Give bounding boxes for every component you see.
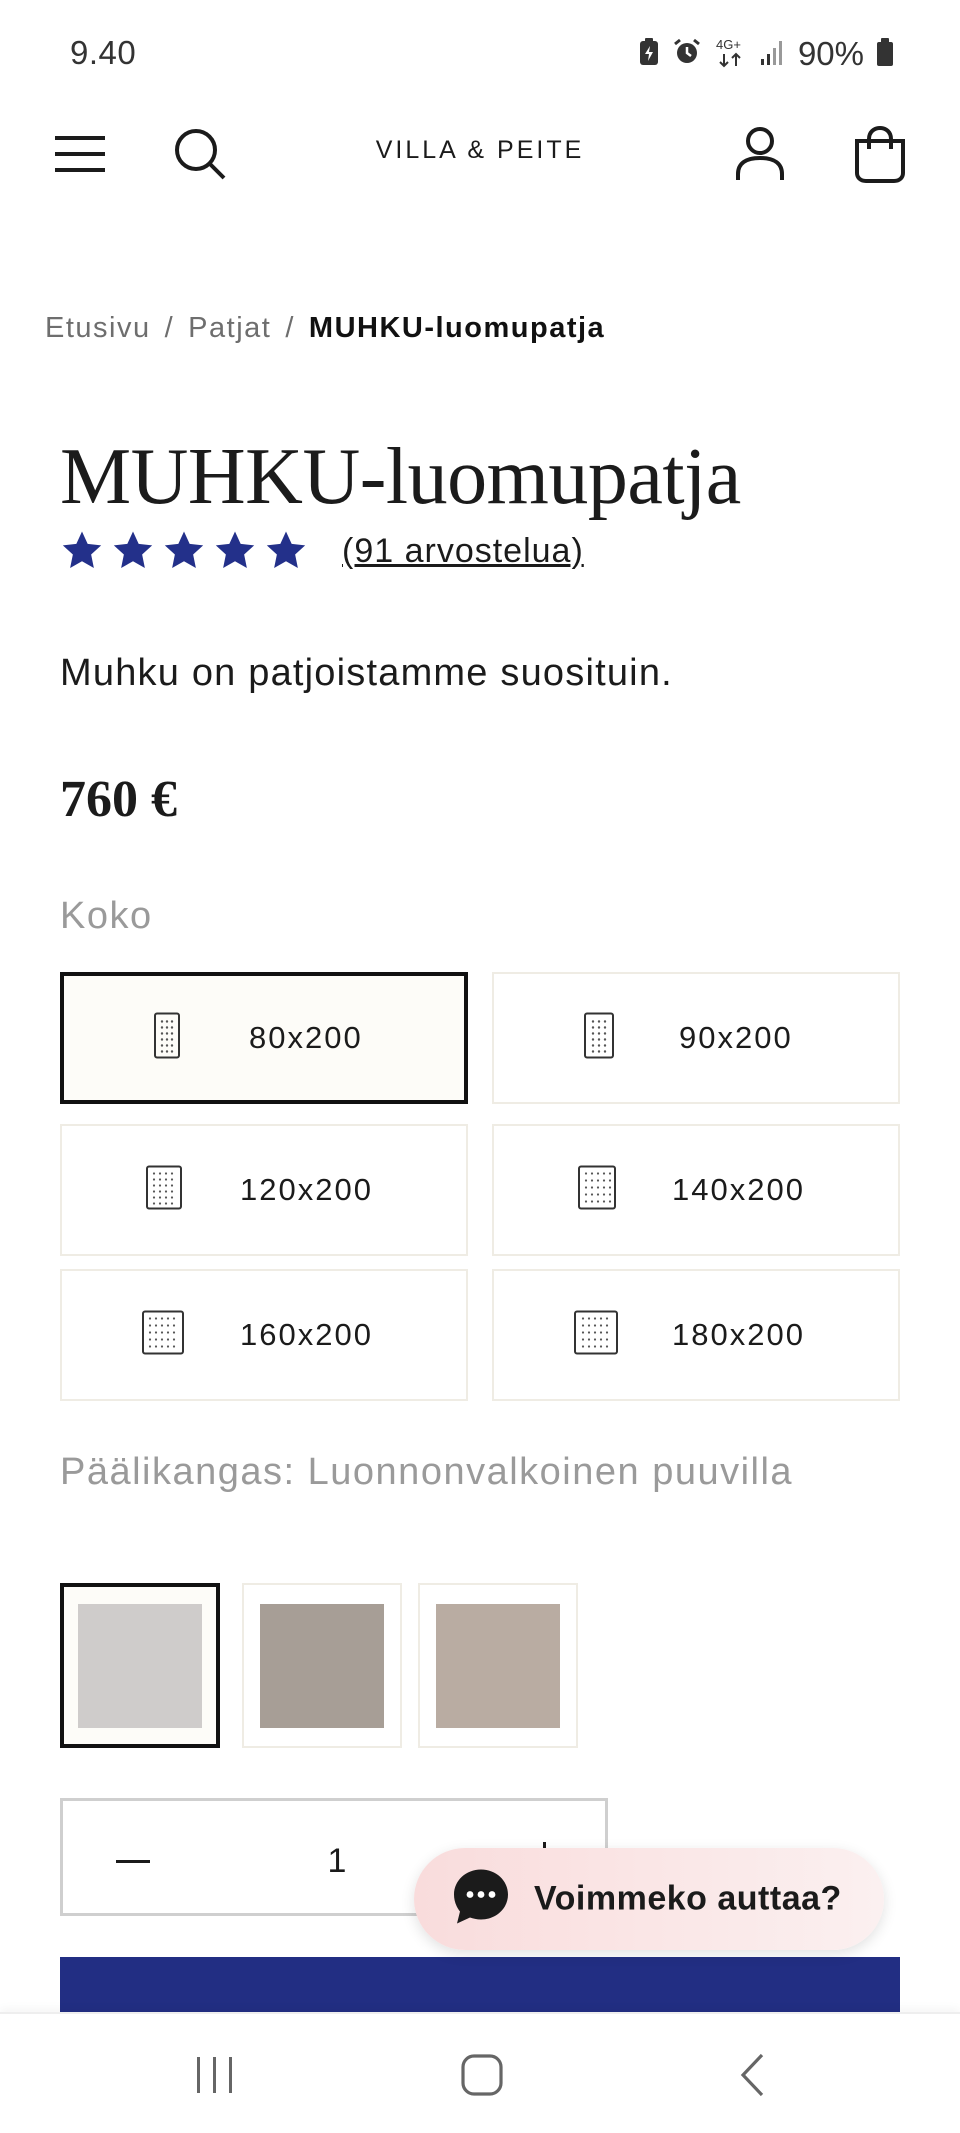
status-time: 9.40: [70, 34, 137, 71]
mattress-size-icon: [146, 1165, 182, 1215]
fabric-label: Päälikangas: Luonnonvalkoinen puuvilla: [60, 1451, 794, 1493]
search-button[interactable]: [160, 116, 240, 196]
product-title: MUHKU-luomupatja: [60, 433, 741, 521]
swatch-chip: [260, 1603, 384, 1728]
reviews-link[interactable]: (91 arvostelua): [342, 532, 584, 571]
breadcrumb-category-link[interactable]: Patjat: [188, 312, 271, 345]
product-tagline: Muhku on patjoistamme suosituin.: [60, 652, 673, 694]
quantity-value[interactable]: 1: [287, 1831, 387, 1891]
size-option-label: 90x200: [679, 1020, 793, 1055]
recent-apps-icon: [195, 2056, 235, 2098]
breadcrumb-separator: /: [285, 312, 295, 344]
status-bar: 9.40 4G+ 90%: [0, 0, 960, 108]
home-icon: [461, 2053, 503, 2101]
size-option-label: 80x200: [249, 1020, 363, 1055]
mattress-size-icon: [154, 1012, 180, 1064]
chat-widget-button[interactable]: Voimmeko auttaa?: [414, 1848, 884, 1950]
rating-stars: [60, 530, 308, 572]
size-option-label: 120x200: [240, 1172, 373, 1207]
fabric-swatch-1[interactable]: [60, 1583, 220, 1748]
star-icon: [162, 530, 206, 572]
network-label: 4G+: [716, 37, 741, 52]
quantity-decrease-button[interactable]: [103, 1831, 163, 1891]
swatch-chip: [436, 1603, 560, 1728]
back-button[interactable]: [712, 2042, 792, 2112]
battery-icon: [876, 37, 894, 72]
swatch-chip: [78, 1603, 202, 1728]
size-option-140x200[interactable]: 140x200: [492, 1124, 900, 1256]
size-option-label: 140x200: [672, 1172, 805, 1207]
star-icon: [111, 530, 155, 572]
battery-percentage: 90%: [797, 35, 864, 72]
star-icon: [213, 530, 257, 572]
chat-widget-label: Voimmeko auttaa?: [534, 1879, 842, 1918]
menu-icon: [53, 134, 107, 179]
cart-icon: [853, 125, 907, 188]
search-icon: [173, 127, 227, 186]
mattress-size-icon: [574, 1310, 618, 1360]
chat-bubble-icon: [450, 1866, 512, 1933]
site-header: VILLA & PEITE: [0, 108, 960, 218]
breadcrumb: Etusivu / Patjat / MUHKU-luomupatja: [45, 312, 605, 345]
account-icon: [735, 126, 785, 187]
home-button[interactable]: [442, 2042, 522, 2112]
breadcrumb-current: MUHKU-luomupatja: [308, 312, 606, 344]
network-4g-icon: 4G+: [714, 35, 748, 74]
star-icon: [264, 530, 308, 572]
size-option-120x200[interactable]: 120x200: [60, 1124, 468, 1256]
size-option-90x200[interactable]: 90x200: [492, 972, 900, 1104]
breadcrumb-separator: /: [164, 312, 175, 344]
breadcrumb-home-link[interactable]: Etusivu: [45, 312, 151, 345]
mattress-size-icon: [142, 1310, 184, 1360]
signal-icon: [760, 37, 786, 72]
cart-button[interactable]: [840, 116, 920, 196]
back-icon: [739, 2053, 765, 2102]
status-icons: 4G+ 90%: [638, 34, 894, 74]
size-option-label: 180x200: [672, 1317, 805, 1352]
account-button[interactable]: [720, 116, 800, 196]
size-option-80x200[interactable]: 80x200: [60, 972, 468, 1104]
product-price: 760 €: [60, 771, 177, 828]
battery-saver-icon: [638, 37, 660, 72]
size-label: Koko: [60, 895, 153, 937]
size-option-160x200[interactable]: 160x200: [60, 1269, 468, 1401]
recent-apps-button[interactable]: [175, 2042, 255, 2112]
product-rating: (91 arvostelua): [60, 530, 584, 572]
system-navigation-bar: [0, 2012, 960, 2133]
fabric-swatch-3[interactable]: [418, 1583, 578, 1748]
mattress-size-icon: [578, 1165, 616, 1215]
fabric-swatch-2[interactable]: [242, 1583, 402, 1748]
size-option-label: 160x200: [240, 1317, 373, 1352]
site-logo[interactable]: VILLA & PEITE: [300, 136, 660, 165]
menu-button[interactable]: [40, 116, 120, 196]
alarm-icon: [672, 37, 702, 72]
minus-icon: [116, 1852, 150, 1870]
star-icon: [60, 530, 104, 572]
size-option-180x200[interactable]: 180x200: [492, 1269, 900, 1401]
mattress-size-icon: [584, 1012, 614, 1064]
